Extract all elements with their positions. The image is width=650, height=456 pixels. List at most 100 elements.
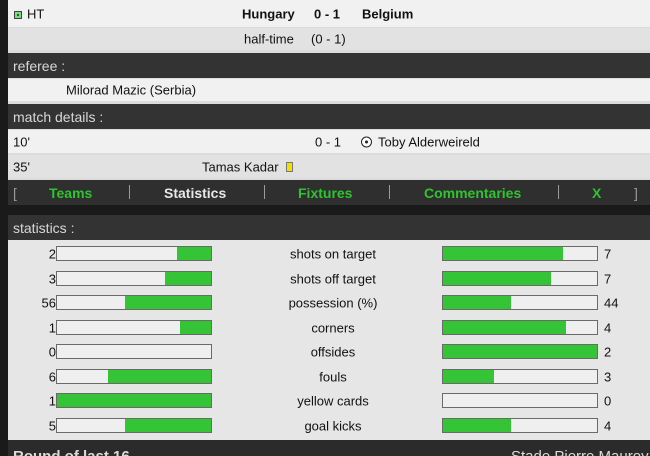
stat-away-bar [442,270,598,286]
period-label: half-time [244,31,294,47]
stat-home-bar-fill [124,296,211,309]
stat-row: 1 yellow cards 0 [8,389,650,414]
stat-home-bar-fill [57,394,211,407]
spacer [8,205,650,215]
stat-away-value: 0 [604,393,612,409]
match-details-title: match details : [13,108,104,125]
stat-row: 0 offsides 2 [8,340,650,365]
tab-separator [129,185,130,199]
stat-label: shots off target [290,271,376,287]
stat-away-value: 2 [604,344,612,360]
stat-label: corners [311,320,355,336]
stat-home-bar-fill [164,271,211,285]
stat-away-value: 7 [604,271,612,287]
stat-away-bar [442,246,598,261]
stat-home-value: 5 [48,418,56,434]
period-score: (0 - 1) [311,31,346,47]
stat-away-bar [442,417,598,433]
stat-away-bar [442,319,598,335]
tab-commentaries[interactable]: Commentaries [424,185,521,201]
stat-home-bar-fill [180,320,211,334]
stat-away-bar-fill [443,345,597,358]
venue-label: Stade Pierre Mauroy [511,448,649,456]
referee-title: referee : [13,57,66,74]
stat-home-bar [56,246,212,261]
event-row-card: 35' Tamas Kadar [8,155,650,178]
stat-home-bar-fill [107,369,211,383]
stat-away-bar [442,344,598,359]
tab-bar: [ Teams Statistics Fixtures Commentaries… [8,180,650,205]
statistics-title: statistics : [13,219,75,236]
period-row: half-time (0 - 1) [8,28,650,50]
stat-home-bar [56,295,212,310]
tab-close[interactable]: X [592,185,601,201]
stat-home-bar [56,344,212,359]
statistics-table: 2 shots on target 7 3 shots off target 7 56 pos… [8,240,650,440]
event-minute: 35' [13,159,30,174]
stat-label: fouls [319,369,347,385]
stat-home-value: 3 [48,271,56,287]
stat-away-value: 4 [604,418,612,434]
event-row-goal: 10' 0 - 1 Toby Alderweireld [8,130,650,153]
stat-away-value: 7 [604,246,612,262]
stat-home-bar-fill [124,418,211,432]
stat-row: 5 goal kicks 4 [8,414,650,439]
stat-away-bar-fill [443,296,511,309]
tab-bracket-right: ] [634,184,638,201]
tab-teams[interactable]: Teams [49,185,92,201]
stat-away-bar [442,393,598,408]
score-row: HT Hungary 0 - 1 Belgium [8,0,650,27]
stat-home-value: 1 [48,320,56,336]
yellow-card-icon [286,161,293,172]
referee-name: Milorad Mazic (Serbia) [66,82,197,98]
footer-row: Round of last 16 Stade Pierre Mauroy [8,440,650,456]
home-team[interactable]: Hungary [242,6,295,21]
stat-away-value: 44 [604,295,619,311]
tab-separator [264,185,265,199]
stat-label: yellow cards [297,393,369,409]
stat-home-bar [56,319,212,335]
stat-away-value: 4 [604,320,612,336]
live-status-icon [14,11,22,19]
stat-away-bar-fill [443,320,567,334]
stat-home-bar [56,368,212,384]
stat-label: shots on target [290,246,376,262]
match-details-header: match details : [8,104,650,129]
event-player[interactable]: Toby Alderweireld [378,134,480,149]
referee-row: Milorad Mazic (Serbia) [8,79,650,101]
tab-separator [389,185,390,199]
stat-home-bar [56,417,212,433]
stat-home-value: 0 [48,344,56,360]
event-player[interactable]: Tamas Kadar [202,159,279,174]
stat-home-value: 6 [48,369,56,385]
stat-label: possession (%) [288,295,378,311]
stat-home-bar [56,393,212,408]
stat-row: 1 corners 4 [8,316,650,341]
stat-row: 3 shots off target 7 [8,267,650,292]
tab-statistics[interactable]: Statistics [164,185,226,201]
stat-away-bar-fill [443,271,551,285]
event-minute: 10' [13,134,30,149]
tab-bracket-left: [ [13,184,17,201]
score: 0 - 1 [314,6,341,21]
stat-home-value: 1 [48,393,56,409]
stat-away-bar-fill [443,418,511,432]
stat-away-bar [442,295,598,310]
stat-away-bar [442,368,598,384]
stat-away-bar-fill [443,247,564,260]
stat-row: 2 shots on target 7 [8,242,650,267]
stat-home-bar [56,270,212,286]
stat-home-bar-fill [177,247,211,260]
stat-away-value: 3 [604,369,612,385]
statistics-header: statistics : [8,215,650,240]
stat-home-value: 56 [41,295,56,311]
away-team[interactable]: Belgium [362,6,413,21]
referee-header: referee : [8,53,650,78]
match-status: HT [27,6,45,21]
stat-home-value: 2 [48,246,56,262]
stat-label: goal kicks [304,418,362,434]
stat-row: 6 fouls 3 [8,365,650,390]
stat-label: offsides [310,344,356,360]
tab-fixtures[interactable]: Fixtures [298,185,352,201]
stat-away-bar-fill [443,369,494,383]
